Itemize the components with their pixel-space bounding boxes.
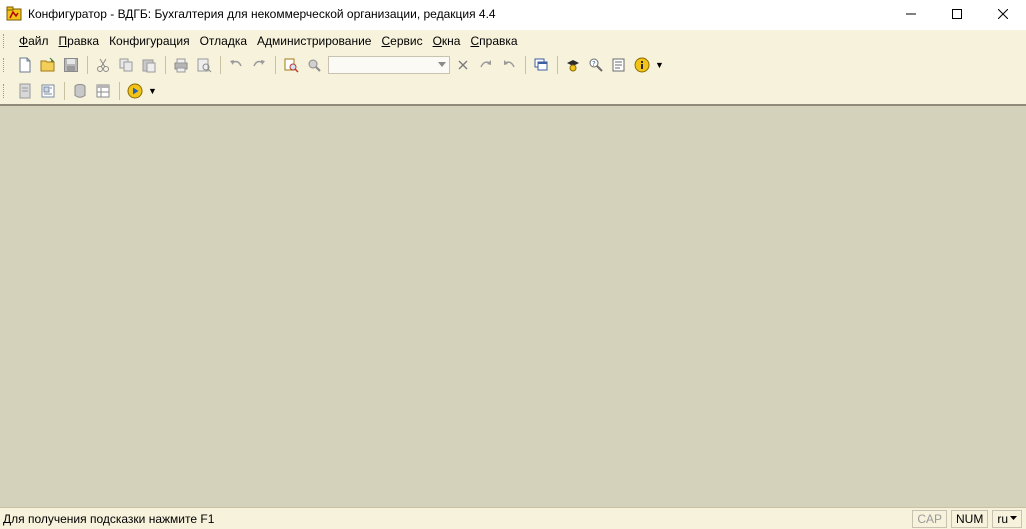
- new-document-icon[interactable]: [14, 54, 36, 76]
- language-label: ru: [997, 511, 1008, 526]
- database-icon[interactable]: [69, 80, 91, 102]
- language-indicator[interactable]: ru: [992, 509, 1022, 528]
- print-preview-icon[interactable]: [193, 54, 215, 76]
- copy-icon[interactable]: [115, 54, 137, 76]
- status-hint: Для получения подсказки нажмите F1: [3, 511, 215, 526]
- toolbar-separator: [557, 56, 558, 74]
- toolbar-separator: [64, 82, 65, 100]
- find-in-document-icon[interactable]: [280, 54, 302, 76]
- redo-icon[interactable]: [248, 54, 270, 76]
- toolbar-options-icon[interactable]: ▼: [655, 54, 664, 76]
- title-bar: Конфигуратор - ВДГБ: Бухгалтерия для нек…: [0, 0, 1026, 28]
- menu-file[interactable]: Файл: [14, 30, 54, 52]
- help-search-icon[interactable]: ?: [585, 54, 607, 76]
- mdi-workspace[interactable]: [0, 104, 1026, 507]
- toolbar-separator: [165, 56, 166, 74]
- open-folder-icon[interactable]: [37, 54, 59, 76]
- chevron-down-icon[interactable]: [435, 57, 449, 73]
- info-icon[interactable]: [631, 54, 653, 76]
- close-button[interactable]: [980, 0, 1026, 28]
- syntax-assistant-icon[interactable]: [562, 54, 584, 76]
- find-next-icon[interactable]: [475, 54, 497, 76]
- find-previous-icon[interactable]: [498, 54, 520, 76]
- clear-search-icon[interactable]: [452, 54, 474, 76]
- print-icon[interactable]: [170, 54, 192, 76]
- menu-help[interactable]: Справка: [465, 30, 522, 52]
- maximize-button[interactable]: [934, 0, 980, 28]
- search-combo[interactable]: [328, 56, 450, 74]
- search-icon[interactable]: [303, 54, 325, 76]
- toolbar-separator: [525, 56, 526, 74]
- menu-configuration[interactable]: Конфигурация: [104, 30, 195, 52]
- toolbar-options-icon[interactable]: ▼: [148, 80, 157, 102]
- window-title: Конфигуратор - ВДГБ: Бухгалтерия для нек…: [28, 7, 496, 21]
- standard-toolbar: ? ▼: [0, 52, 1026, 78]
- cut-icon[interactable]: [92, 54, 114, 76]
- toolbar-separator: [220, 56, 221, 74]
- window-controls: [888, 0, 1026, 28]
- help-contents-icon[interactable]: [608, 54, 630, 76]
- minimize-button[interactable]: [888, 0, 934, 28]
- windows-icon[interactable]: [530, 54, 552, 76]
- toolbar-grip[interactable]: [3, 58, 6, 72]
- toolbar-grip[interactable]: [3, 84, 6, 98]
- configuration-toolbar: ▼: [0, 78, 1026, 104]
- svg-text:?: ?: [592, 60, 596, 68]
- toolbar-separator: [275, 56, 276, 74]
- menu-edit[interactable]: Правка: [54, 30, 105, 52]
- undo-icon[interactable]: [225, 54, 247, 76]
- toolbar-separator: [119, 82, 120, 100]
- chevron-down-icon: [1010, 516, 1017, 520]
- table-window-icon[interactable]: [92, 80, 114, 102]
- status-bar: Для получения подсказки нажмите F1 CAP N…: [0, 507, 1026, 529]
- configuration-window-icon[interactable]: [14, 80, 36, 102]
- caps-lock-indicator: CAP: [912, 509, 947, 528]
- menu-service[interactable]: Сервис: [376, 30, 427, 52]
- save-icon[interactable]: [60, 54, 82, 76]
- num-lock-indicator: NUM: [951, 509, 989, 528]
- compare-configurations-icon[interactable]: [37, 80, 59, 102]
- toolbar-grip[interactable]: [3, 34, 6, 48]
- start-debugging-icon[interactable]: [124, 80, 146, 102]
- menu-bar: Файл Правка Конфигурация Отладка Админис…: [0, 30, 1026, 52]
- menu-debug[interactable]: Отладка: [195, 30, 252, 52]
- paste-icon[interactable]: [138, 54, 160, 76]
- toolbar-separator: [87, 56, 88, 74]
- app-icon[interactable]: [6, 6, 22, 22]
- menu-windows[interactable]: Окна: [428, 30, 466, 52]
- menu-administration[interactable]: Администрирование: [252, 30, 376, 52]
